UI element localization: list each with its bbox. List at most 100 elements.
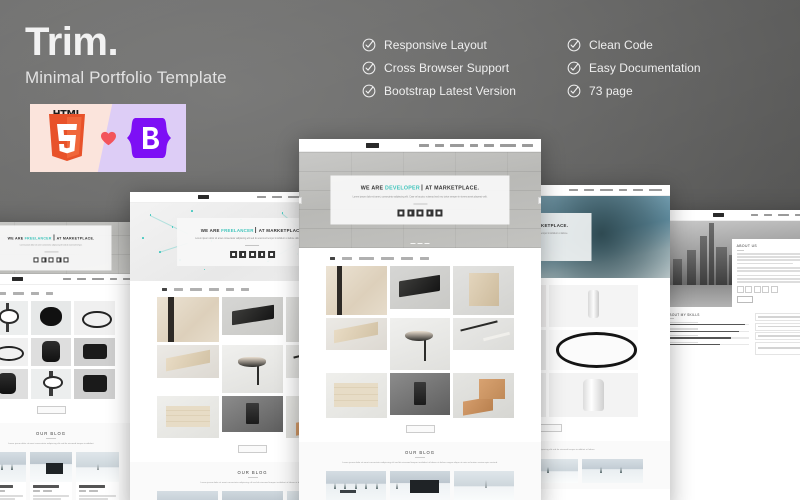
far-left-logo[interactable] (12, 277, 24, 281)
portfolio-tile[interactable] (0, 368, 28, 399)
nav-link[interactable] (272, 195, 282, 199)
blog-card[interactable] (221, 491, 284, 500)
portfolio-tile[interactable] (156, 344, 219, 378)
portfolio-tile[interactable] (74, 368, 116, 399)
social-icon[interactable] (258, 251, 266, 259)
social-icon[interactable] (745, 285, 753, 293)
accordion-item[interactable]: + (755, 313, 800, 321)
portfolio-tile-boxes[interactable] (453, 265, 515, 315)
social-icon[interactable] (41, 257, 46, 263)
social-icon[interactable] (48, 257, 54, 263)
nav-link-contact[interactable] (522, 143, 533, 147)
social-icon[interactable] (56, 257, 61, 263)
nav-link[interactable] (257, 195, 266, 199)
far-left-navbar[interactable] (0, 274, 140, 285)
portfolio-tile[interactable] (0, 300, 28, 335)
nav-link[interactable] (63, 277, 71, 281)
portfolio-tile[interactable] (156, 395, 219, 438)
portfolio-tile[interactable] (221, 395, 284, 432)
social-icon-linkedin[interactable] (435, 209, 443, 217)
mockup-far-left-portfolio-watches[interactable]: WE ARE FREELANCER AT MARKETPLACE. Lorem … (0, 222, 140, 500)
nav-link[interactable] (751, 213, 758, 217)
blog-card[interactable] (29, 452, 73, 500)
social-icon[interactable] (63, 257, 69, 263)
blog-card[interactable] (582, 458, 644, 483)
portfolio-tile-notebook[interactable] (325, 265, 387, 315)
nav-link-home[interactable] (419, 143, 429, 147)
far-left-social-links[interactable] (0, 257, 106, 263)
nav-link-portfolio[interactable] (450, 143, 464, 147)
portfolio-tile[interactable] (549, 330, 639, 370)
nav-link[interactable] (584, 188, 594, 192)
portfolio-tile-shelf[interactable] (325, 372, 387, 418)
nav-link[interactable] (619, 188, 627, 192)
far-right-logo[interactable] (712, 213, 724, 217)
filter-packaging[interactable] (401, 257, 414, 260)
slider-dot[interactable] (410, 242, 416, 244)
center-social-links[interactable] (336, 209, 503, 217)
center-nav-links[interactable] (419, 143, 533, 147)
social-icon-instagram[interactable] (425, 209, 433, 217)
filter-item[interactable] (208, 288, 219, 291)
nav-link[interactable] (764, 213, 772, 217)
filter-item[interactable] (0, 292, 7, 295)
nav-link-shortcodes[interactable] (500, 143, 516, 147)
slider-dot[interactable] (424, 242, 430, 244)
portfolio-tile-cards[interactable] (325, 317, 387, 350)
filter-item[interactable] (189, 288, 202, 291)
portfolio-tile[interactable] (549, 373, 639, 417)
portfolio-tile[interactable] (30, 337, 72, 366)
nav-link[interactable] (778, 213, 789, 217)
nav-link[interactable] (633, 188, 643, 192)
social-icon[interactable] (239, 251, 247, 259)
mockup-center-home-wall[interactable]: WE ARE DEVELOPER AT MARKETPLACE. Lorem i… (299, 139, 541, 500)
filter-branding[interactable] (381, 257, 395, 260)
portfolio-tile[interactable] (221, 344, 284, 393)
filter-item[interactable] (46, 292, 54, 295)
social-icon[interactable] (762, 285, 770, 293)
far-right-nav-links[interactable] (751, 213, 800, 217)
filter-photography[interactable] (359, 257, 375, 260)
filter-item[interactable] (31, 292, 40, 295)
filter-mobile[interactable] (420, 257, 430, 260)
about-social-links[interactable] (736, 285, 800, 293)
center-portfolio-filters[interactable] (299, 257, 541, 260)
filter-item[interactable] (173, 288, 183, 291)
social-icon[interactable] (33, 257, 39, 263)
center-navbar[interactable] (299, 139, 541, 152)
social-icon[interactable] (229, 251, 237, 259)
portfolio-tile[interactable] (74, 300, 116, 335)
accordion-item[interactable]: − (755, 332, 800, 340)
social-icon-dribbble[interactable] (416, 209, 424, 217)
blog-card[interactable] (454, 471, 515, 500)
nav-link[interactable] (795, 213, 800, 217)
social-icon-facebook[interactable] (397, 209, 405, 217)
nav-link[interactable] (600, 188, 613, 192)
social-icon[interactable] (770, 285, 778, 293)
mockup-far-right-about-us[interactable]: ABOUT US ABOUT MY SKILLS (662, 210, 800, 500)
right-nav-links[interactable] (569, 188, 662, 192)
blog-card[interactable] (389, 471, 451, 500)
about-read-more-button[interactable] (736, 295, 753, 303)
left-load-more-button[interactable] (238, 444, 267, 453)
far-right-navbar[interactable] (662, 210, 800, 221)
portfolio-tile[interactable] (30, 300, 72, 335)
filter-all[interactable] (330, 257, 336, 260)
filter-item[interactable] (13, 292, 25, 295)
hero-prev-arrow[interactable] (299, 196, 302, 204)
portfolio-tile-blackbook[interactable] (389, 265, 451, 309)
social-icon[interactable] (267, 251, 275, 259)
slider-dot[interactable] (417, 242, 423, 244)
nav-link-blog[interactable] (470, 143, 478, 147)
social-icon[interactable] (248, 251, 256, 259)
far-left-nav-links[interactable] (63, 277, 132, 281)
filter-all[interactable] (161, 288, 167, 291)
blog-card[interactable] (76, 452, 119, 500)
filter-item[interactable] (225, 288, 234, 291)
nav-link[interactable] (92, 277, 104, 281)
blog-card[interactable] (325, 471, 386, 500)
blog-card[interactable] (0, 452, 26, 500)
social-icon[interactable] (736, 285, 744, 293)
nav-link-pages[interactable] (484, 143, 494, 147)
portfolio-tile-kraft[interactable] (453, 372, 515, 418)
